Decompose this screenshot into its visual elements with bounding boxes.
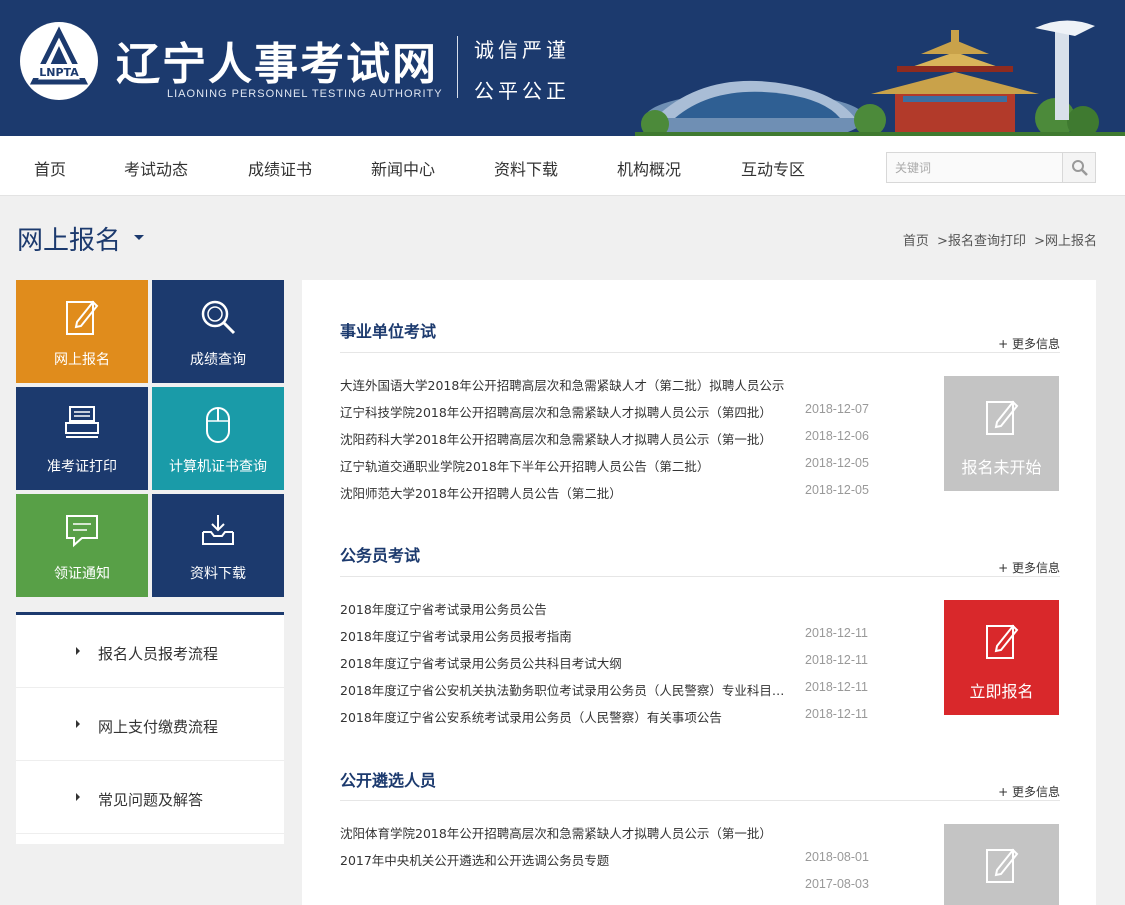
- list-item-label: 报名人员报考流程: [98, 645, 219, 663]
- nav-item-exam-news[interactable]: 考试动态: [124, 156, 188, 180]
- list-item-date: 2018-12-11: [805, 653, 869, 667]
- tile-label: 领证通知: [54, 566, 110, 582]
- message-icon: [66, 515, 98, 548]
- mouse-icon: [206, 407, 230, 443]
- list-item[interactable]: 2018年度辽宁省公安系统考试录用公务员（人民警察）有关事项公告: [340, 707, 790, 726]
- tile-label: 资料下载: [190, 566, 246, 582]
- register-button[interactable]: [944, 824, 1059, 905]
- list-item[interactable]: 沈阳师范大学2018年公开招聘人员公告（第二批）: [340, 483, 790, 502]
- list-item-date: 2018-12-11: [805, 626, 869, 640]
- search-icon: [1072, 160, 1088, 176]
- section-title-public-selection: 公开遴选人员: [340, 771, 437, 790]
- tile-computer-cert-query[interactable]: 计算机证书查询: [152, 387, 284, 490]
- nav-item-downloads[interactable]: 资料下载: [494, 156, 558, 180]
- edit-icon: [985, 400, 1018, 435]
- list-item-payment-process[interactable]: 网上支付缴费流程: [16, 688, 284, 761]
- list-item-date: 2018-12-11: [805, 680, 869, 694]
- list-item-date: 2018-12-06: [805, 429, 869, 443]
- list-item-label: 常见问题及解答: [98, 791, 204, 809]
- section-title-public-institution: 事业单位考试: [340, 322, 437, 341]
- tile-admission-print[interactable]: 准考证打印: [16, 387, 148, 490]
- more-link[interactable]: + 更多信息: [998, 783, 1060, 800]
- tile-downloads[interactable]: 资料下载: [152, 494, 284, 597]
- list-item-date: 2018-08-01: [805, 850, 869, 864]
- tile-label: 网上报名: [54, 352, 110, 368]
- section-title-civil-service: 公务员考试: [340, 546, 421, 565]
- breadcrumb-home[interactable]: 首页: [903, 234, 929, 249]
- tile-label: 成绩查询: [190, 352, 246, 368]
- slogan-line-1: 诚信严谨: [474, 38, 570, 62]
- tile-cert-notice[interactable]: 领证通知: [16, 494, 148, 597]
- edit-icon: [66, 300, 99, 335]
- search-button[interactable]: [1062, 153, 1095, 182]
- search-box: [886, 152, 1096, 183]
- main-nav: 首页 考试动态 成绩证书 新闻中心 资料下载 机构概况 互动专区: [0, 136, 1125, 196]
- section-divider: [340, 576, 1060, 577]
- nav-item-news-center[interactable]: 新闻中心: [371, 156, 435, 180]
- search-icon: [201, 300, 236, 335]
- caret-right-icon: [76, 647, 80, 655]
- tile-online-register[interactable]: 网上报名: [16, 280, 148, 383]
- breadcrumb-online-register[interactable]: >网上报名: [1034, 234, 1097, 249]
- list-item-date: 2018-12-07: [805, 402, 869, 416]
- list-item[interactable]: 辽宁轨道交通职业学院2018年下半年公开招聘人员公告（第二批）: [340, 456, 790, 475]
- more-link[interactable]: + 更多信息: [998, 559, 1060, 576]
- tile-label: 准考证打印: [47, 459, 117, 475]
- edit-icon: [985, 624, 1018, 659]
- site-subtitle: LIAONING PERSONNEL TESTING AUTHORITY: [167, 88, 443, 100]
- breadcrumb: 首页 >报名查询打印 >网上报名: [899, 230, 1097, 249]
- list-item-register-process[interactable]: 报名人员报考流程: [16, 615, 284, 688]
- caret-right-icon: [76, 720, 80, 728]
- tile-label: 计算机证书查询: [169, 459, 267, 475]
- slogan-line-2: 公平公正: [474, 79, 570, 103]
- list-item-label: 网上支付缴费流程: [98, 718, 219, 736]
- section-divider: [340, 352, 1060, 353]
- search-input[interactable]: [887, 153, 1063, 182]
- list-item[interactable]: 2018年度辽宁省考试录用公务员公共科目考试大纲: [340, 653, 790, 672]
- caret-right-icon: [76, 793, 80, 801]
- list-item[interactable]: 辽宁科技学院2018年公开招聘高层次和急需紧缺人才拟聘人员公示（第四批）: [340, 402, 790, 421]
- list-item-date: 2018-12-11: [805, 707, 869, 721]
- list-item-date: 2017-08-03: [805, 877, 869, 891]
- register-label: 报名未开始: [961, 458, 1042, 477]
- list-item-date: 2018-12-05: [805, 456, 869, 470]
- site-title: 辽宁人事考试网: [116, 39, 438, 90]
- nav-item-home[interactable]: 首页: [34, 156, 66, 180]
- main-content: 事业单位考试 + 更多信息 大连外国语大学2018年公开招聘高层次和急需紧缺人才…: [302, 280, 1096, 905]
- page-title: 网上报名: [17, 226, 122, 256]
- landmark-illustration: [635, 20, 1125, 136]
- breadcrumb-query-print[interactable]: >报名查询打印: [937, 234, 1026, 249]
- list-item-date: 2018-12-05: [805, 483, 869, 497]
- tile-score-query[interactable]: 成绩查询: [152, 280, 284, 383]
- list-item[interactable]: 2018年度辽宁省公安机关执法勤务职位考试录用公务员（人民警察）专业科目考试大纲: [340, 680, 785, 699]
- logo-text: LNPTA: [39, 66, 79, 79]
- caret-down-icon[interactable]: [134, 235, 144, 240]
- header-banner: LNPTA 辽宁人事考试网 LIAONING PERSONNEL TESTING…: [0, 0, 1125, 136]
- nav-item-scores[interactable]: 成绩证书: [248, 156, 312, 180]
- section-divider: [340, 800, 1060, 801]
- list-item[interactable]: 2018年度辽宁省考试录用公务员报考指南: [340, 626, 790, 645]
- left-help-list: 报名人员报考流程 网上支付缴费流程 常见问题及解答: [16, 612, 284, 844]
- edit-icon: [985, 848, 1018, 883]
- more-link[interactable]: + 更多信息: [998, 335, 1060, 352]
- nav-item-interaction[interactable]: 互动专区: [741, 156, 805, 180]
- list-item[interactable]: 沈阳体育学院2018年公开招聘高层次和急需紧缺人才拟聘人员公示（第一批）: [340, 823, 790, 842]
- header-divider: [457, 36, 458, 98]
- site-logo[interactable]: LNPTA: [20, 22, 98, 100]
- printer-icon: [65, 406, 99, 438]
- list-item[interactable]: 2018年度辽宁省考试录用公务员公告: [340, 599, 790, 618]
- list-item-faq[interactable]: 常见问题及解答: [16, 761, 284, 834]
- list-item[interactable]: 沈阳药科大学2018年公开招聘高层次和急需紧缺人才拟聘人员公示（第一批）: [340, 429, 790, 448]
- nav-item-about[interactable]: 机构概况: [617, 156, 681, 180]
- list-item[interactable]: 大连外国语大学2018年公开招聘高层次和急需紧缺人才（第二批）拟聘人员公示: [340, 375, 785, 394]
- download-icon: [202, 515, 234, 545]
- lnpta-logo-icon: [26, 26, 92, 85]
- list-item[interactable]: 2017年中央机关公开遴选和公开选调公务员专题: [340, 850, 790, 869]
- register-label: 立即报名: [969, 682, 1034, 701]
- register-not-started-button[interactable]: 报名未开始: [944, 376, 1059, 491]
- register-now-button[interactable]: 立即报名: [944, 600, 1059, 715]
